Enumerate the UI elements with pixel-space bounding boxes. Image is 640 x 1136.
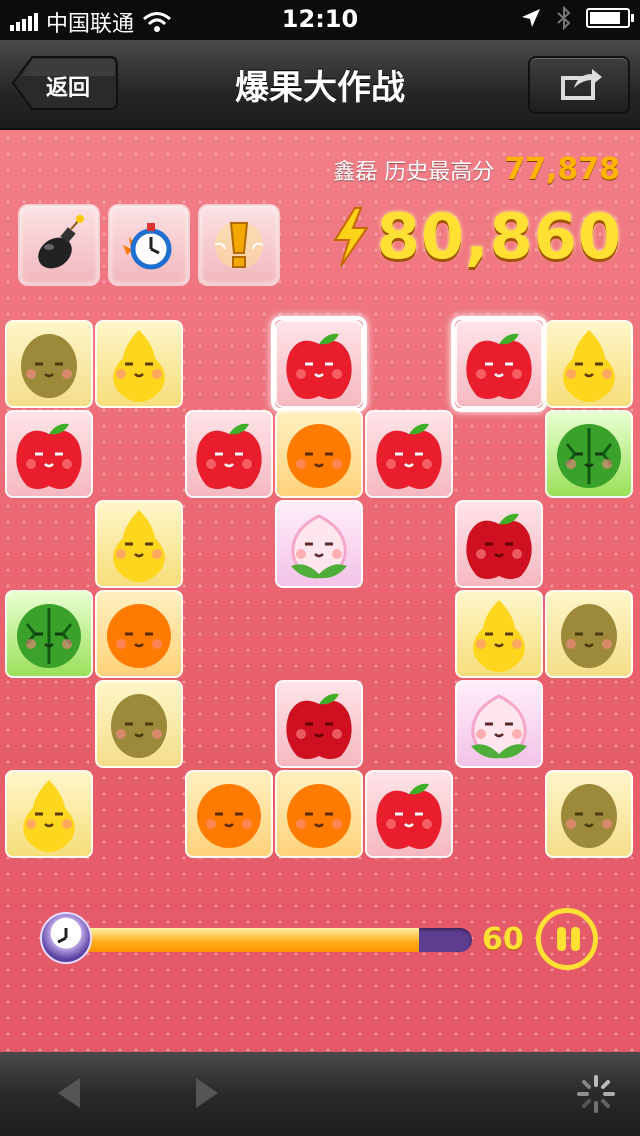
best-score-row: 鑫磊 历史最高分 77,878 — [333, 152, 620, 187]
pause-button[interactable] — [536, 908, 598, 970]
fruit-tile-orange[interactable] — [185, 770, 273, 858]
pear-icon — [563, 330, 615, 402]
forward-arrow-icon[interactable] — [192, 1076, 222, 1110]
kiwi-icon — [21, 334, 77, 398]
pause-icon — [557, 927, 566, 951]
share-button[interactable] — [528, 56, 630, 114]
watermelon-icon — [17, 604, 81, 668]
timer — [40, 912, 480, 968]
fruit-tile-watermelon[interactable] — [5, 590, 93, 678]
battery-icon — [586, 8, 634, 28]
redapple-icon — [466, 513, 532, 579]
fruit-tile-apple[interactable] — [451, 316, 547, 412]
kiwi-icon — [561, 604, 617, 668]
timer-bar — [68, 928, 472, 952]
score-value: 80,860 — [376, 200, 622, 273]
bomb-powerup-button[interactable] — [18, 204, 100, 286]
fruit-tile-apple[interactable] — [365, 770, 453, 858]
peach-icon — [291, 514, 347, 579]
fruit-tile-pear[interactable] — [5, 770, 93, 858]
timer-value: 60 — [482, 922, 524, 957]
bomb-icon — [38, 215, 84, 269]
lightning-icon — [332, 206, 369, 267]
status-bar: 中国联通 12:10 — [0, 0, 640, 40]
loading-spinner-icon — [577, 1075, 615, 1113]
orange-icon — [197, 784, 261, 848]
bluetooth-icon — [557, 6, 571, 30]
fruit-tile-pear[interactable] — [95, 320, 183, 408]
fruit-tile-apple[interactable] — [271, 316, 367, 412]
kiwi-icon — [561, 784, 617, 848]
clock-icon — [40, 912, 92, 964]
best-score-value: 77,878 — [504, 152, 620, 187]
fruit-tile-orange[interactable] — [275, 410, 363, 498]
best-score-label: 鑫磊 历史最高分 — [333, 160, 495, 185]
fruit-tile-pear[interactable] — [95, 500, 183, 588]
game-board-area: 鑫磊 历史最高分 77,878 80,860 60 — [0, 130, 640, 1052]
timer-bar-fill — [68, 928, 420, 952]
fruit-tile-apple[interactable] — [5, 410, 93, 498]
orange-icon — [287, 784, 351, 848]
pear-icon — [113, 330, 165, 402]
location-icon — [522, 9, 540, 27]
apple-icon — [376, 423, 442, 489]
pear-icon — [113, 510, 165, 582]
watermelon-icon — [557, 424, 621, 488]
orange-icon — [107, 604, 171, 668]
peach-icon — [471, 694, 527, 759]
stopwatch-icon — [123, 223, 172, 270]
share-icon — [561, 69, 602, 100]
apple-icon — [466, 333, 532, 399]
fruit-tile-kiwi[interactable] — [545, 770, 633, 858]
fruit-tile-apple[interactable] — [185, 410, 273, 498]
hint-powerup-button[interactable] — [198, 204, 280, 286]
orange-icon — [287, 424, 351, 488]
fruit-tile-pear[interactable] — [455, 590, 543, 678]
fruit-tile-kiwi[interactable] — [5, 320, 93, 408]
fruit-tile-orange[interactable] — [95, 590, 183, 678]
fruit-tile-redapple[interactable] — [455, 500, 543, 588]
back-arrow-icon[interactable] — [54, 1076, 84, 1110]
fruit-tile-apple[interactable] — [365, 410, 453, 498]
fruit-tile-kiwi[interactable] — [95, 680, 183, 768]
fruit-tile-pear[interactable] — [545, 320, 633, 408]
apple-icon — [286, 333, 352, 399]
pear-icon — [23, 780, 75, 852]
current-score: 80,860 — [329, 200, 622, 273]
fruit-tile-redapple[interactable] — [275, 680, 363, 768]
powerup-bar — [18, 204, 280, 286]
stopwatch-powerup-button[interactable] — [108, 204, 190, 286]
pear-icon — [473, 600, 525, 672]
fruit-tile-peach[interactable] — [275, 500, 363, 588]
fruit-tile-peach[interactable] — [455, 680, 543, 768]
bottom-toolbar — [0, 1052, 640, 1136]
redapple-icon — [286, 693, 352, 759]
fruit-tile-watermelon[interactable] — [545, 410, 633, 498]
apple-icon — [16, 423, 82, 489]
apple-icon — [376, 783, 442, 849]
fruit-tile-orange[interactable] — [275, 770, 363, 858]
hint-icon — [214, 221, 264, 269]
nav-bar: 返回 爆果大作战 — [0, 40, 640, 130]
status-right — [520, 6, 634, 30]
apple-icon — [196, 423, 262, 489]
fruit-tile-kiwi[interactable] — [545, 590, 633, 678]
kiwi-icon — [111, 694, 167, 758]
